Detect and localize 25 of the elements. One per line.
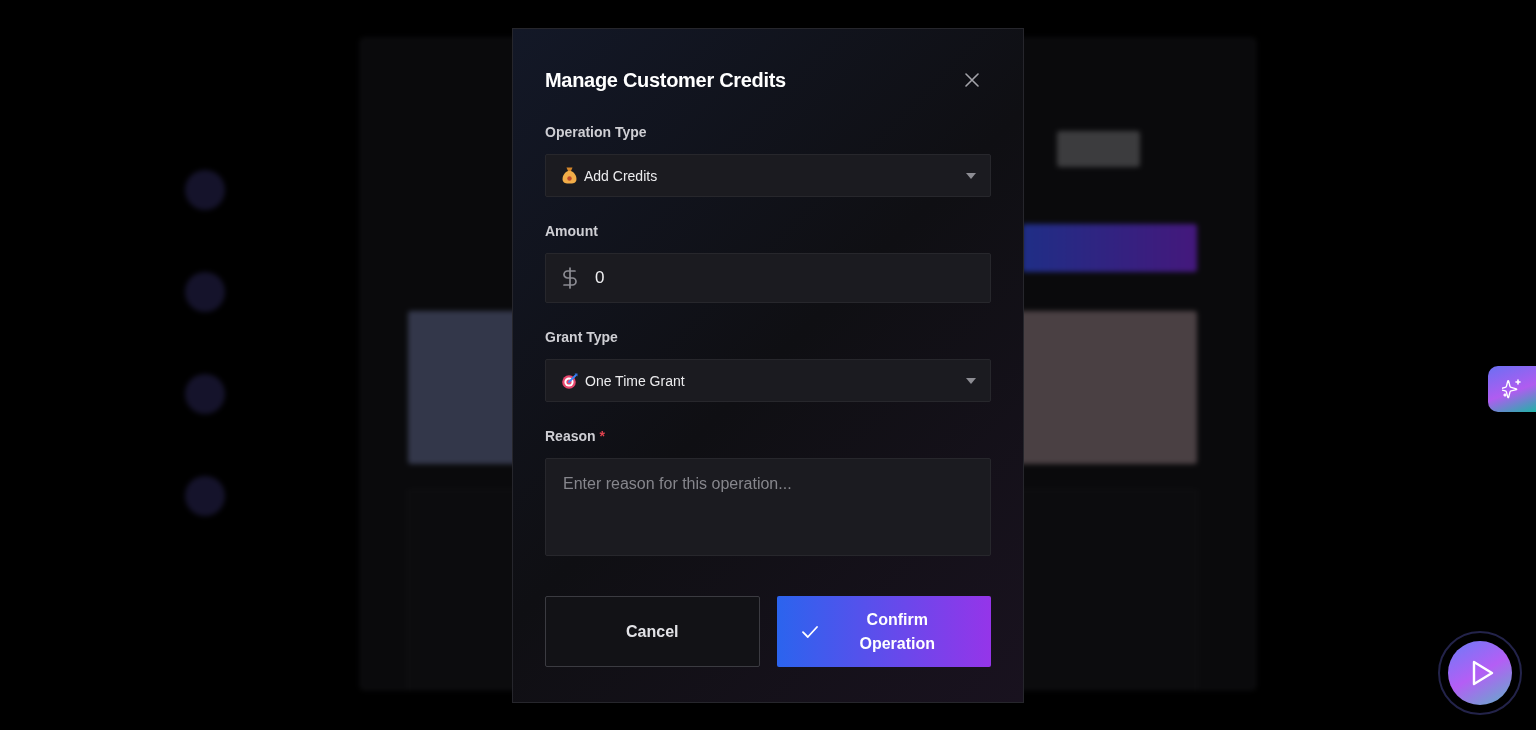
- cancel-button[interactable]: Cancel: [545, 596, 760, 667]
- field-label: Amount: [545, 222, 598, 241]
- reason-field[interactable]: Enter reason for this operation...: [545, 458, 991, 556]
- field-label: Grant Type: [545, 328, 618, 347]
- check-icon: [801, 625, 818, 638]
- close-icon: [965, 73, 979, 87]
- amount-field[interactable]: 0: [545, 253, 991, 303]
- operation-type-select[interactable]: Add Credits: [545, 154, 991, 197]
- target-icon: [562, 372, 578, 389]
- ai-assistant-button[interactable]: [1488, 366, 1536, 412]
- money-bag-icon: [562, 167, 577, 184]
- avatar-circle: [185, 476, 225, 516]
- avatar-circle: [185, 272, 225, 312]
- dollar-icon: [563, 267, 577, 289]
- dialog-title: Manage Customer Credits: [545, 68, 786, 93]
- avatar-circle: [185, 170, 225, 210]
- grant-type-select[interactable]: One Time Grant: [545, 359, 991, 402]
- caret-icon: [966, 172, 976, 179]
- caret-icon: [966, 377, 976, 384]
- avatar-circle: [185, 374, 225, 414]
- field-label: Reason *: [545, 427, 605, 446]
- sparkle-icon: [1502, 379, 1522, 399]
- confirm-button[interactable]: Confirm Operation: [776, 596, 991, 667]
- play-icon: [1471, 660, 1494, 686]
- field-label: Operation Type: [545, 123, 647, 142]
